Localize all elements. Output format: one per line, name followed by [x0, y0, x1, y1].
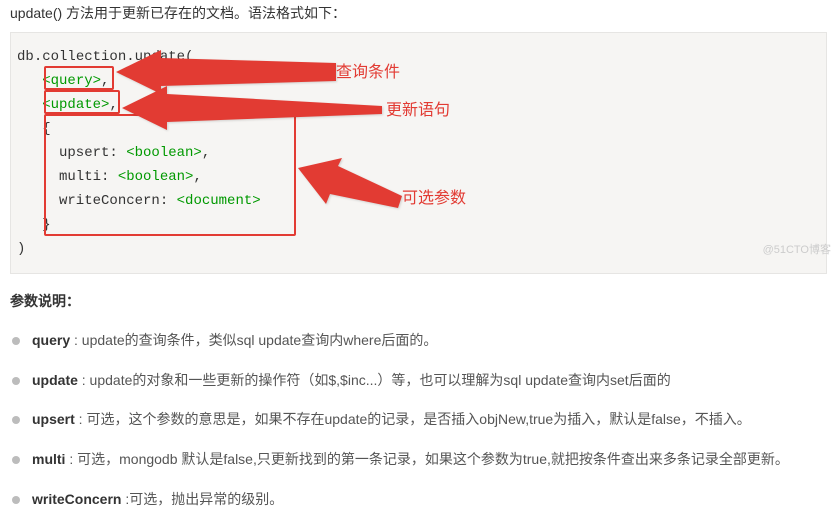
code-token: db	[17, 49, 34, 65]
param-desc: : update的对象和一些更新的操作符（如$,$inc...）等，也可以理解为…	[78, 372, 671, 388]
param-name: writeConcern	[32, 491, 121, 507]
params-heading: 参数说明：	[10, 290, 827, 312]
param-name: update	[32, 372, 78, 388]
arrow-icon	[122, 84, 382, 130]
params-list: query : update的查询条件，类似sql update查询内where…	[0, 321, 837, 530]
param-desc: : 可选，mongodb 默认是false,只更新找到的第一条记录，如果这个参数…	[65, 451, 788, 467]
annotation-label-query: 查询条件	[336, 60, 400, 86]
intro-text: update() 方法用于更新已存在的文档。语法格式如下：	[0, 0, 837, 32]
list-item: multi : 可选，mongodb 默认是false,只更新找到的第一条记录，…	[10, 440, 827, 480]
list-item: query : update的查询条件，类似sql update查询内where…	[10, 321, 827, 361]
code-token	[17, 73, 42, 89]
param-name: multi	[32, 451, 65, 467]
param-name: query	[32, 332, 70, 348]
annotation-label-update: 更新语句	[386, 98, 450, 124]
highlight-box-update	[44, 90, 120, 114]
highlight-box-query	[44, 66, 114, 90]
code-token	[17, 97, 42, 113]
param-name: upsert	[32, 411, 75, 427]
annotation-label-options: 可选参数	[402, 186, 466, 212]
code-token: .collection	[34, 49, 126, 65]
param-desc: : update的查询条件，类似sql update查询内where后面的。	[70, 332, 437, 348]
list-item: upsert : 可选，这个参数的意思是，如果不存在update的记录，是否插入…	[10, 400, 827, 440]
code-container: db.collection.update( <query>, <update>,…	[10, 32, 827, 274]
list-item: update : update的对象和一些更新的操作符（如$,$inc...）等…	[10, 361, 827, 401]
highlight-box-options	[44, 114, 296, 236]
param-desc: :可选，抛出异常的级别。	[121, 491, 283, 507]
param-desc: : 可选，这个参数的意思是，如果不存在update的记录，是否插入objNew,…	[75, 411, 751, 427]
arrow-icon	[298, 158, 402, 214]
code-token: )	[17, 241, 25, 257]
